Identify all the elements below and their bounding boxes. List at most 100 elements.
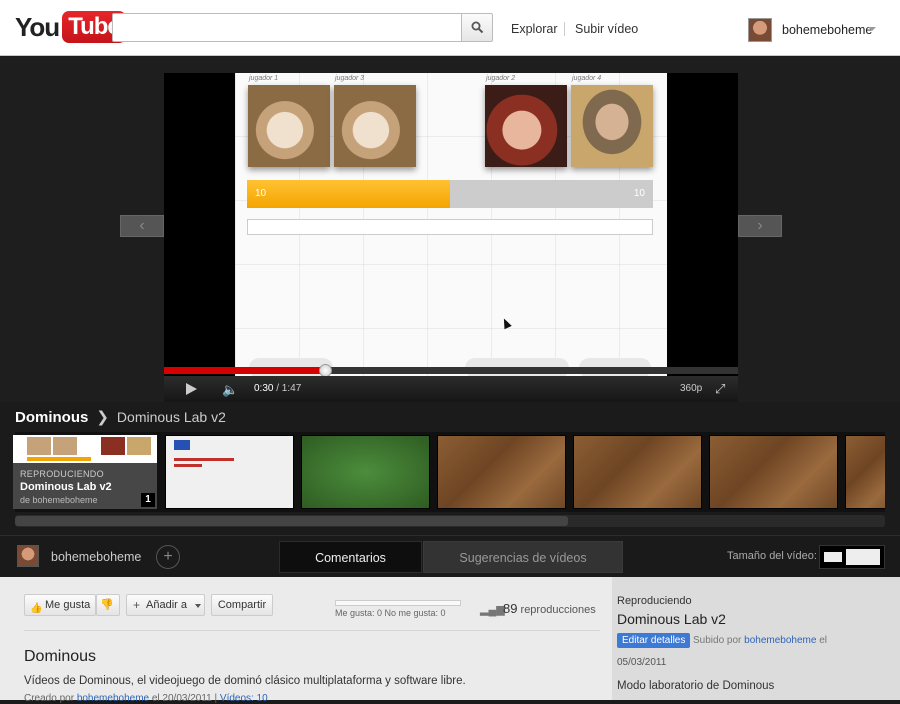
- tab-suggestions[interactable]: Sugerencias de vídeos: [423, 541, 623, 573]
- chevron-right-icon: ❯: [96, 409, 109, 426]
- playlist-breadcrumb: Dominous ❯ Dominous Lab v2: [15, 408, 226, 426]
- edit-details-button[interactable]: Editar detalles: [617, 633, 691, 648]
- time-display: 0:30 / 1:47: [254, 383, 301, 394]
- score-bar-fill: [247, 180, 450, 208]
- thumbs-down-icon: 👎: [100, 599, 114, 611]
- view-count: 89 reproducciones: [503, 601, 596, 616]
- playlist-thumb-2[interactable]: [165, 435, 294, 509]
- video-mode-text: Modo laboratorio de Dominous: [617, 680, 775, 692]
- subscribe-plus-icon[interactable]: +: [156, 545, 180, 569]
- nav-upload[interactable]: Subir vídeo: [575, 22, 638, 36]
- size-large-icon[interactable]: [846, 549, 880, 565]
- nav-divider: [564, 22, 565, 36]
- playlist-scrollbar[interactable]: [15, 515, 885, 527]
- add-to-label: Añadir a: [146, 599, 187, 611]
- share-button[interactable]: Compartir: [211, 594, 273, 616]
- like-ratio-bar: [335, 600, 461, 606]
- now-playing-title: Dominous Lab v2: [20, 481, 112, 493]
- logo-you: You: [15, 11, 60, 42]
- meta-prefix: Creado por: [24, 693, 75, 704]
- video-info: 👍 Me gusta 👎 + Añadir a Compartir Me gus…: [0, 577, 612, 704]
- player-photo-4: [571, 85, 653, 167]
- player-label-4: jugador 4: [572, 75, 602, 82]
- video-player[interactable]: jugador 1 jugador 3 jugador 2 jugador 4 …: [164, 73, 738, 376]
- playlist-thumb-3[interactable]: [301, 435, 430, 509]
- thumbs-up-icon: 👍: [30, 603, 43, 614]
- uploaded-by-suffix: el: [819, 635, 828, 646]
- size-small-icon[interactable]: [824, 552, 842, 562]
- now-playing-label: REPRODUCIENDO: [20, 469, 104, 479]
- video-title: Dominous: [24, 648, 97, 665]
- player-label-2: jugador 2: [486, 75, 516, 82]
- like-label: Me gusta: [45, 599, 91, 611]
- time-current: 0:30: [254, 383, 274, 394]
- player-photo-3: [334, 85, 416, 167]
- stats-icon[interactable]: ▂▄▆: [480, 603, 505, 616]
- uploaded-by-prefix: Subido por: [693, 635, 742, 646]
- time-total: / 1:47: [276, 383, 302, 394]
- meta-user-link[interactable]: bohemeboheme: [77, 693, 149, 704]
- score-left: 10: [255, 188, 267, 199]
- plus-icon: +: [133, 598, 141, 612]
- nav-explore[interactable]: Explorar: [511, 22, 558, 36]
- user-avatar[interactable]: [748, 18, 772, 42]
- video-size-toggle[interactable]: [819, 545, 885, 569]
- masthead: You Tube Explorar Subir vídeo bohemebohe…: [0, 0, 900, 56]
- video-frame: jugador 1 jugador 3 jugador 2 jugador 4 …: [235, 73, 667, 376]
- video-description: Vídeos de Dominous, el videojuego de dom…: [24, 675, 466, 687]
- chevron-down-icon[interactable]: [868, 27, 876, 31]
- now-playing-index: 1: [141, 493, 155, 507]
- side-now-playing-label: Reproduciendo: [617, 595, 692, 607]
- playlist-thumb-5[interactable]: [573, 435, 702, 509]
- playlist-current: Dominous Lab v2: [116, 409, 226, 425]
- tab-comments[interactable]: Comentarios: [279, 541, 422, 573]
- video-meta: Creado por bohemeboheme el 20/03/2011 | …: [24, 693, 268, 704]
- add-to-button[interactable]: + Añadir a: [126, 594, 205, 616]
- like-button[interactable]: 👍 Me gusta: [24, 594, 96, 616]
- uploaded-by: Subido por bohemeboheme el: [693, 635, 827, 646]
- youtube-logo[interactable]: You Tube: [15, 11, 126, 43]
- search-icon: [471, 21, 483, 34]
- playlist-thumb-6[interactable]: [709, 435, 838, 509]
- content-area: 👍 Me gusta 👎 + Añadir a Compartir Me gus…: [0, 577, 900, 704]
- quality-selector[interactable]: 360p: [680, 383, 702, 394]
- user-name[interactable]: bohemeboheme: [782, 23, 872, 37]
- player-label-3: jugador 3: [335, 75, 365, 82]
- mouse-cursor-icon: [500, 316, 512, 330]
- search-input[interactable]: [112, 13, 462, 42]
- meta-date: el 20/03/2011 |: [151, 693, 218, 704]
- video-size-label: Tamaño del vídeo:: [727, 550, 817, 562]
- now-playing-author: de bohemeboheme: [20, 495, 98, 505]
- play-icon[interactable]: [186, 383, 197, 395]
- like-ratio-text: Me gusta: 0 No me gusta: 0: [335, 608, 446, 618]
- playlist-thumb-4[interactable]: [437, 435, 566, 509]
- score-right: 10: [633, 188, 645, 199]
- player-area: ‹ › jugador 1 jugador 3 jugador 2 jugado…: [0, 57, 900, 402]
- progress-bar[interactable]: [164, 364, 738, 377]
- score-bar: 10 10: [247, 180, 653, 208]
- divider: [24, 630, 600, 631]
- uploader-link[interactable]: bohemeboheme: [744, 635, 816, 646]
- view-count-label: reproducciones: [520, 604, 596, 616]
- view-count-number: 89: [503, 601, 518, 616]
- previous-video-arrow[interactable]: ‹: [120, 215, 164, 237]
- channel-bar: bohemeboheme + Comentarios Sugerencias d…: [0, 535, 900, 577]
- progress-bar-fill: [164, 367, 325, 374]
- message-bar: [247, 219, 653, 235]
- fullscreen-icon[interactable]: ⤢: [715, 381, 725, 397]
- next-video-arrow[interactable]: ›: [738, 215, 782, 237]
- channel-avatar[interactable]: [17, 545, 39, 567]
- meta-videos-link[interactable]: Vídeos: 10: [220, 693, 268, 704]
- chevron-down-icon: [195, 604, 201, 608]
- player-photo-1: [248, 85, 330, 167]
- volume-icon[interactable]: 🔈: [222, 382, 238, 398]
- upload-date: 05/03/2011: [617, 657, 667, 668]
- playlist-name[interactable]: Dominous: [15, 409, 88, 426]
- player-label-1: jugador 1: [249, 75, 279, 82]
- player-photo-2: [485, 85, 567, 167]
- player-controls: 🔈 0:30 / 1:47 360p ⤢: [164, 376, 738, 402]
- channel-name[interactable]: bohemeboheme: [51, 550, 141, 564]
- playlist-thumb-7[interactable]: [845, 435, 885, 509]
- search-button[interactable]: [461, 13, 493, 42]
- playlist-scrollbar-thumb[interactable]: [15, 516, 568, 526]
